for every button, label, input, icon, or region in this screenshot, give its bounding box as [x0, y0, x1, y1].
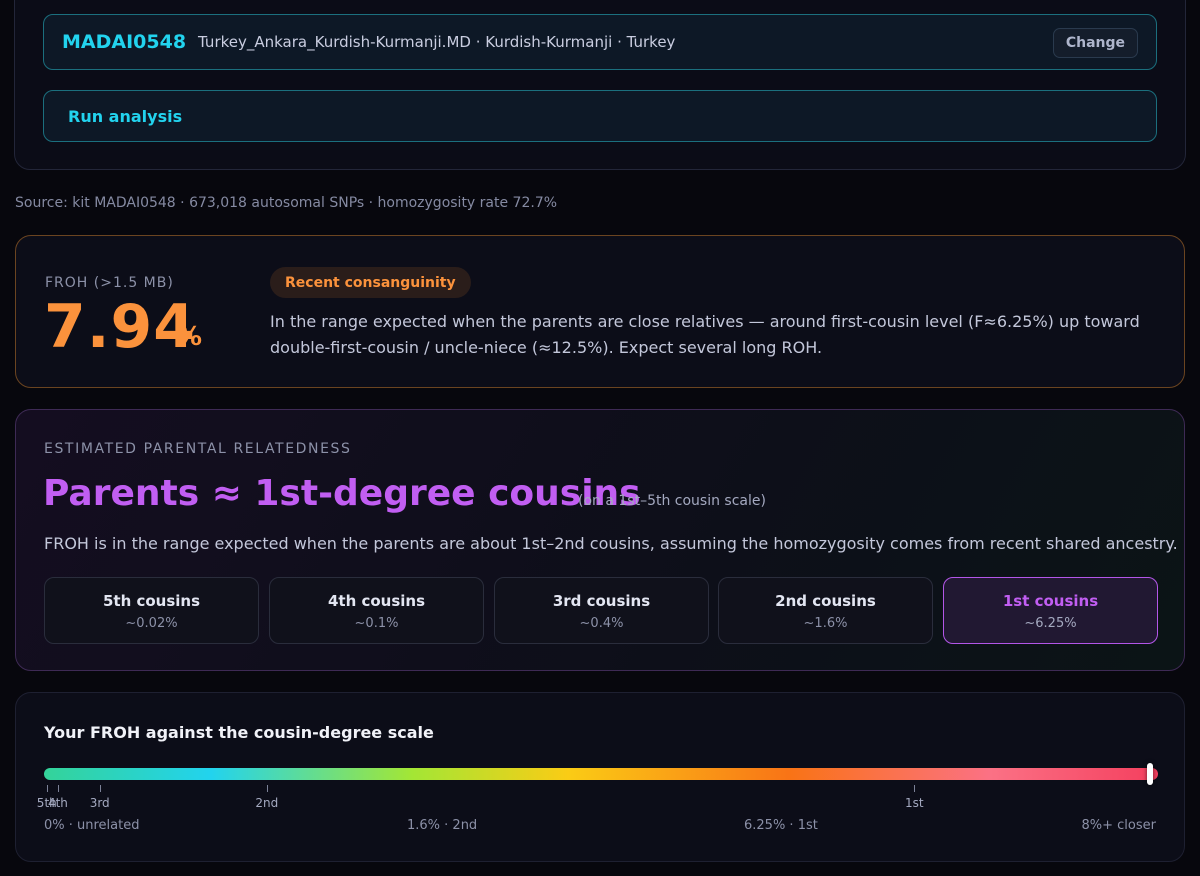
- cousin-option-value: ~0.4%: [579, 616, 624, 631]
- cousin-option-name: 2nd cousins: [775, 592, 876, 610]
- cousin-option-name: 4th cousins: [327, 592, 426, 610]
- axis-label-2nd: 1.6% · 2nd: [407, 818, 478, 833]
- cousin-option-5th: 5th cousins ~0.02%: [44, 577, 259, 644]
- cousin-option-value: ~1.6%: [803, 616, 848, 631]
- froh-card: FROH (>1.5 MB) 7.94 % Recent consanguini…: [15, 235, 1185, 388]
- kit-id: MADAI0548: [62, 31, 187, 53]
- axis-label-1st: 6.25% · 1st: [744, 818, 818, 833]
- cousin-option-value: ~0.1%: [354, 616, 399, 631]
- cousin-option-3rd: 3rd cousins ~0.4%: [494, 577, 709, 644]
- change-kit-button[interactable]: Change: [1052, 28, 1138, 58]
- scale-tick-label: 4th: [47, 796, 68, 810]
- froh-marker: [1146, 763, 1153, 785]
- cousin-option-name: 1st cousins: [1002, 592, 1099, 610]
- axis-label-closer: 8%+ closer: [1081, 818, 1156, 833]
- cousin-option-1st: 1st cousins ~6.25%: [943, 577, 1158, 644]
- consanguinity-badge: Recent consanguinity: [270, 267, 471, 298]
- cousin-option-4th: 4th cousins ~0.1%: [269, 577, 484, 644]
- cousin-option-name: 3rd cousins: [552, 592, 651, 610]
- cousin-option-value: ~6.25%: [1024, 616, 1077, 631]
- scale-tick-label: 1st: [905, 796, 924, 810]
- relatedness-description: FROH is in the range expected when the p…: [44, 534, 1178, 553]
- froh-label: FROH (>1.5 MB): [45, 275, 174, 291]
- cousin-option-value: ~0.02%: [125, 616, 178, 631]
- axis-label-unrelated: 0% · unrelated: [44, 818, 140, 833]
- cousin-option-2nd: 2nd cousins ~1.6%: [718, 577, 933, 644]
- relatedness-card: ESTIMATED PARENTAL RELATEDNESS Parents ≈…: [15, 409, 1185, 671]
- scale-tick: [266, 785, 268, 792]
- cousin-scale-card: Your FROH against the cousin-degree scal…: [15, 692, 1185, 862]
- scale-tick: [46, 785, 48, 792]
- scale-tick-label: 3rd: [89, 796, 110, 810]
- relatedness-scale-note: (on a 1st–5th cousin scale): [578, 493, 766, 509]
- froh-unit: %: [176, 322, 203, 352]
- relatedness-label: ESTIMATED PARENTAL RELATEDNESS: [44, 441, 352, 457]
- source-text: Source: kit MADAI0548 · 673,018 autosoma…: [15, 195, 558, 211]
- scale-tick: [914, 785, 916, 792]
- scale-tick: [57, 785, 59, 792]
- relatedness-title: Parents ≈ 1st-degree cousins: [43, 473, 641, 514]
- froh-description: In the range expected when the parents a…: [270, 312, 1140, 357]
- froh-gradient-bar: [44, 763, 1158, 785]
- run-analysis-button[interactable]: Run analysis: [43, 90, 1157, 142]
- scale-title: Your FROH against the cousin-degree scal…: [44, 723, 434, 742]
- scale-tick: [99, 785, 101, 792]
- scale-tick-label: 2nd: [255, 796, 279, 810]
- selected-kit-row: MADAI0548 Turkey_Ankara_Kurdish-Kurmanji…: [43, 14, 1157, 70]
- froh-value: 7.94: [44, 292, 197, 362]
- cousin-option-name: 5th cousins: [102, 592, 201, 610]
- kit-meta: Turkey_Ankara_Kurdish-Kurmanji.MD · Kurd…: [198, 33, 676, 51]
